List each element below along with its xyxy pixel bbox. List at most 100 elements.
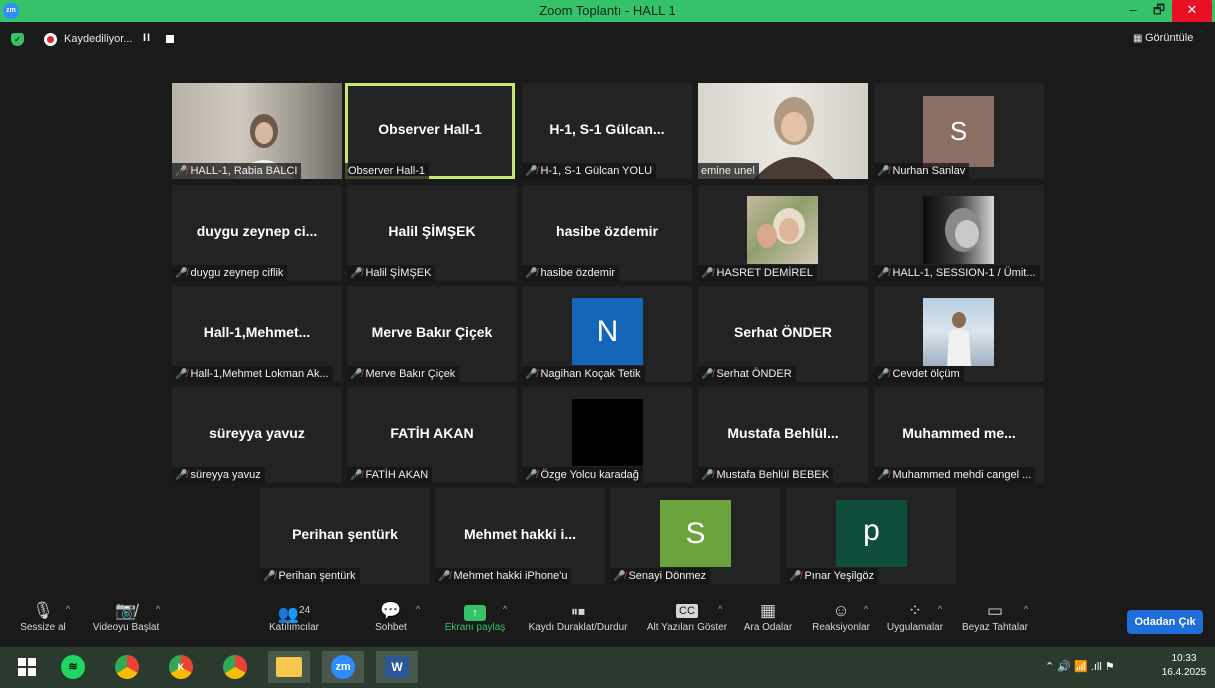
participant-name-display: Mehmet hakki i... <box>463 526 577 542</box>
muted-mic-icon: 🎤̸ <box>175 369 188 380</box>
share-options-chevron-icon[interactable]: ^ <box>503 604 507 614</box>
participant-tile[interactable]: süreyya yavuz 🎤̸ süreyya yavuz <box>172 387 342 483</box>
chrome-icon[interactable] <box>106 651 148 683</box>
participant-tile[interactable]: Mehmet hakki i... 🎤̸ Mehmet hakki iPhone'… <box>435 488 605 584</box>
muted-mic-icon: 🎤̸ <box>438 571 451 582</box>
participant-tile[interactable]: N 🎤̸ Nagihan Koçak Tetik <box>522 286 692 382</box>
audio-options-chevron-icon[interactable]: ^ <box>66 604 70 614</box>
participants-count: 24 <box>299 605 311 616</box>
participant-label: 🎤̸ HASRET DEMİREL <box>698 265 817 281</box>
participant-name-display: Observer Hall-1 <box>378 121 482 137</box>
participant-tile[interactable]: H-1, S-1 Gülcan... 🎤̸ H-1, S-1 Gülcan YOL… <box>522 83 692 179</box>
share-screen-label: Ekranı paylaş <box>444 622 506 633</box>
participant-tile[interactable]: 🎤̸ HALL-1, SESSION-1 / Ümit... <box>874 185 1044 281</box>
participant-tile-active-speaker[interactable]: Observer Hall-1 Observer Hall-1 <box>345 83 515 179</box>
person-photo-icon <box>947 312 971 366</box>
participant-name-display: duygu zeynep ci... <box>196 223 318 239</box>
windows-start-icon[interactable] <box>6 651 48 683</box>
participant-tile[interactable]: 🎤̸ Özge Yolcu karadağ <box>522 387 692 483</box>
participant-name-display: süreyya yavuz <box>209 425 305 441</box>
participant-tile[interactable]: Muhammed me... 🎤̸ Muhammed mehdi cangel .… <box>874 387 1044 483</box>
participant-tile[interactable]: p 🎤̸ Pınar Yeşilgöz <box>786 488 956 584</box>
spotify-icon[interactable]: ≋ <box>52 651 94 683</box>
mute-label: Sessize al <box>20 622 66 633</box>
system-tray[interactable]: ⌃ 🔊 📶 .ıll ⚑ <box>1045 660 1115 673</box>
participants-button[interactable]: 👥24 Katılımcılar <box>258 596 330 646</box>
captions-options-chevron-icon[interactable]: ^ <box>718 604 722 614</box>
participant-avatar: p <box>836 500 907 567</box>
participant-tile[interactable]: hasibe özdemir 🎤̸ hasibe özdemir <box>522 185 692 281</box>
participant-tile[interactable]: 🎤̸ HALL-1, Rabia BALCI <box>172 83 342 179</box>
leave-room-button[interactable]: Odadan Çık <box>1127 610 1203 634</box>
share-screen-button[interactable]: ↑ Ekranı paylaş <box>440 596 510 646</box>
participant-label: 🎤̸ Mustafa Behlül BEBEK <box>698 467 833 483</box>
chat-options-chevron-icon[interactable]: ^ <box>416 604 420 614</box>
participant-tile[interactable]: S 🎤̸ Nurhan Sanlav <box>874 83 1044 179</box>
muted-mic-icon: 🎤̸ <box>525 369 538 380</box>
apps-options-chevron-icon[interactable]: ^ <box>938 604 942 614</box>
microphone-icon: 🎙 <box>32 601 54 620</box>
muted-mic-icon: 🎤̸ <box>789 571 802 582</box>
file-explorer-icon[interactable] <box>268 651 310 683</box>
participant-tile[interactable]: Mustafa Behlül... 🎤̸ Mustafa Behlül BEBEK <box>698 387 868 483</box>
chat-button[interactable]: 💬 Sohbet <box>366 596 416 646</box>
clock-time: 10:33 <box>1171 653 1197 664</box>
participant-tile[interactable]: FATİH AKAN 🎤̸ FATİH AKAN <box>347 387 517 483</box>
participant-tile[interactable]: Serhat ÖNDER 🎤̸ Serhat ÖNDER <box>698 286 868 382</box>
zoom-taskbar-icon[interactable]: zm <box>322 651 364 683</box>
chrome-profile-icon[interactable]: K <box>160 651 202 683</box>
participant-tile[interactable]: Hall-1,Mehmet... 🎤̸ Hall-1,Mehmet Lokman … <box>172 286 342 382</box>
participant-name-display: hasibe özdemir <box>556 223 658 239</box>
participant-label: 🎤̸ HALL-1, Rabia BALCI <box>172 163 302 179</box>
view-button[interactable]: ▦ Görüntüle <box>1133 32 1193 44</box>
participant-label: 🎤̸ Pınar Yeşilgöz <box>786 568 879 584</box>
whiteboards-button[interactable]: ▭ Beyaz Tahtalar <box>958 596 1032 646</box>
start-video-button[interactable]: 📷̸ Videoyu Başlat <box>86 596 166 646</box>
security-shield-icon[interactable]: ✓ <box>11 33 24 46</box>
participant-label: 🎤̸ Senayi Dönmez <box>610 568 711 584</box>
breakout-rooms-button[interactable]: ▦ Ara Odalar <box>740 596 796 646</box>
pause-stop-recording-button[interactable]: ⏸⏹ Kaydı Duraklat/Durdur <box>522 596 634 646</box>
close-button[interactable]: ✕ <box>1172 0 1212 22</box>
participant-label: 🎤̸ Serhat ÖNDER <box>698 366 796 382</box>
participant-label: 🎤̸ Halil ŞİMŞEK <box>347 265 436 281</box>
participant-label: 🎤̸ süreyya yavuz <box>172 467 265 483</box>
minimize-button[interactable]: – <box>1122 0 1144 22</box>
pause-stop-icon: ⏸⏹ <box>571 603 585 619</box>
whiteboard-options-chevron-icon[interactable]: ^ <box>1024 604 1028 614</box>
recording-dot-icon <box>44 33 57 46</box>
recording-bar: ✓ Kaydediliyor... II ▦ Görüntüle <box>0 26 1215 52</box>
participant-tile[interactable]: Halil ŞİMŞEK 🎤̸ Halil ŞİMŞEK <box>347 185 517 281</box>
chrome-alt-icon[interactable] <box>214 651 256 683</box>
muted-mic-icon: 🎤̸ <box>350 268 363 279</box>
participant-tile[interactable]: emine unel <box>698 83 868 179</box>
taskbar-clock[interactable]: 10:33 16.4.2025 <box>1160 652 1208 680</box>
meeting-toolbar: 🎙 Sessize al ^ 📷̸ Videoyu Başlat ^ 👥24 K… <box>0 596 1215 646</box>
participant-tile[interactable]: S 🎤̸ Senayi Dönmez <box>610 488 780 584</box>
muted-mic-icon: 🎤̸ <box>701 470 714 481</box>
participant-tile[interactable]: 🎤̸ Cevdet ölçüm <box>874 286 1044 382</box>
participant-tile[interactable]: Merve Bakır Çiçek 🎤̸ Merve Bakır Çiçek <box>347 286 517 382</box>
participant-tile[interactable]: 🎤̸ HASRET DEMİREL <box>698 185 868 281</box>
mute-button[interactable]: 🎙 Sessize al <box>14 596 72 646</box>
chat-bubble-icon: 💬 <box>380 601 402 620</box>
participant-tile[interactable]: Perihan şentürk 🎤̸ Perihan şentürk <box>260 488 430 584</box>
person-photo-icon <box>945 208 981 252</box>
video-options-chevron-icon[interactable]: ^ <box>156 604 160 614</box>
start-video-label: Videoyu Başlat <box>92 622 160 633</box>
muted-mic-icon: 🎤̸ <box>877 166 890 177</box>
stop-recording-button[interactable] <box>166 35 174 43</box>
reactions-options-chevron-icon[interactable]: ^ <box>864 604 868 614</box>
participant-name-display: Merve Bakır Çiçek <box>371 324 493 340</box>
participant-label: 🎤̸ hasibe özdemir <box>522 265 620 281</box>
participants-icon: 👥24 <box>277 604 311 624</box>
muted-mic-icon: 🎤̸ <box>175 470 188 481</box>
zoom-window: zm Zoom Toplantı - HALL 1 – 🗗 ✕ ✓ Kayded… <box>0 0 1215 688</box>
muted-mic-icon: 🎤̸ <box>525 470 538 481</box>
pause-recording-button[interactable]: II <box>143 32 151 44</box>
participant-tile[interactable]: duygu zeynep ci... 🎤̸ duygu zeynep ciflik <box>172 185 342 281</box>
muted-mic-icon: 🎤̸ <box>350 470 363 481</box>
participant-avatar: S <box>660 500 731 567</box>
word-icon[interactable]: W <box>376 651 418 683</box>
restore-button[interactable]: 🗗 <box>1148 0 1170 22</box>
